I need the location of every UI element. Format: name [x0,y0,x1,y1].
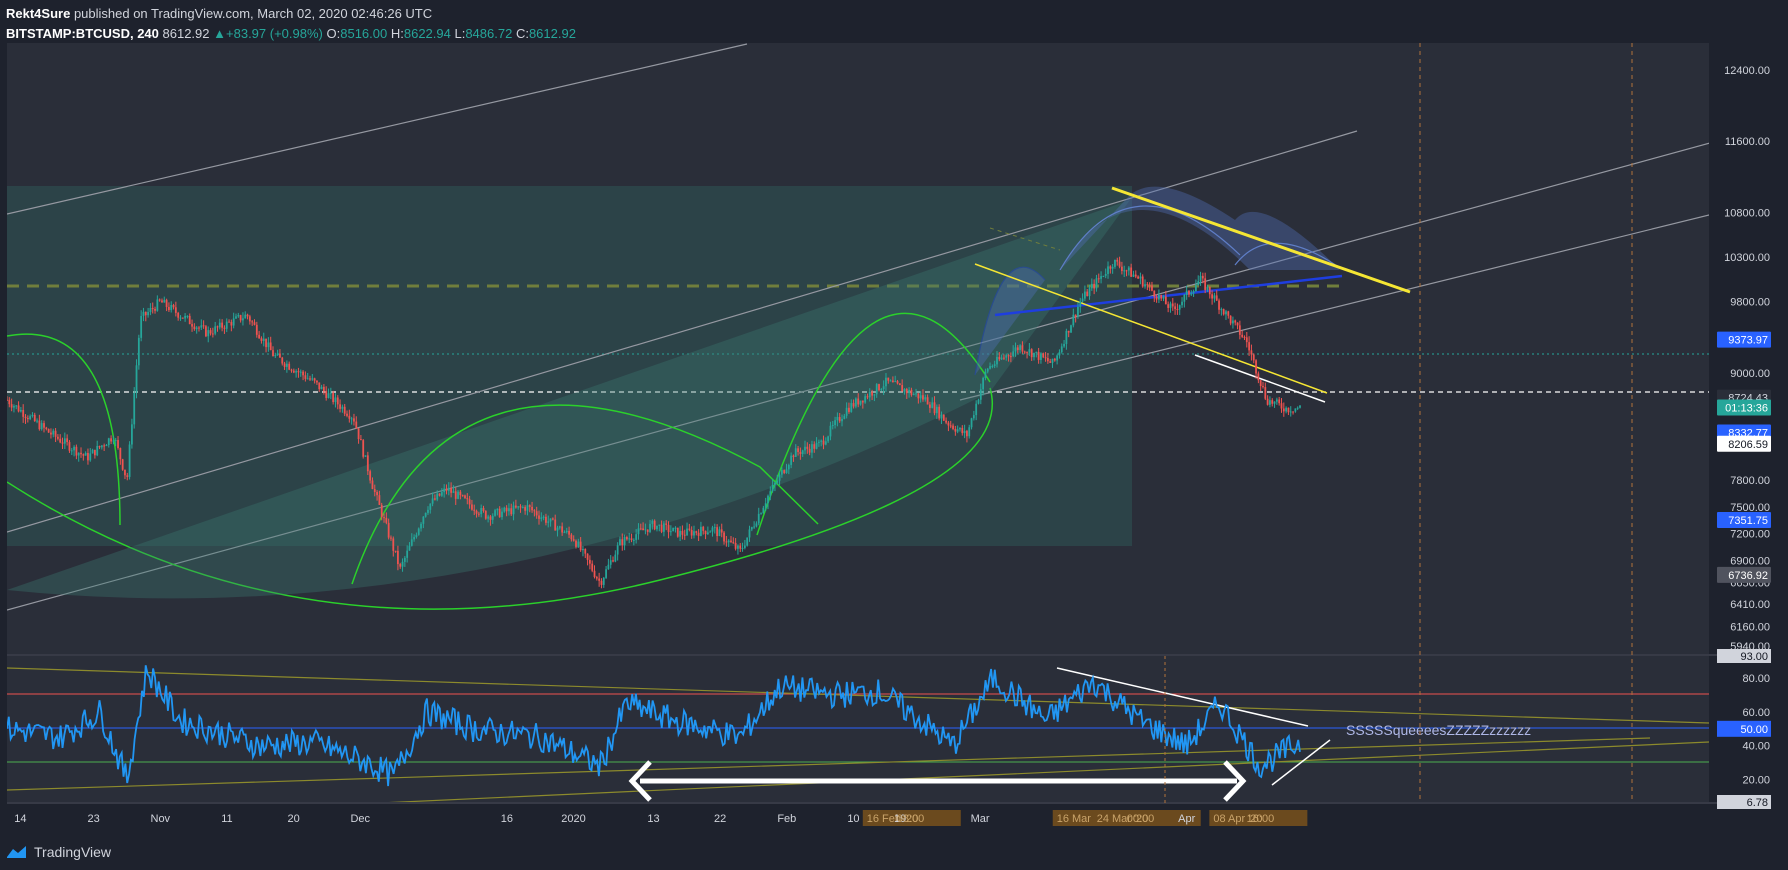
price-tick-label: 6900.00 [1730,555,1770,567]
time-axis[interactable]: 14 23 Nov 11 20 Dec 16 2020 13 22 Feb 10 16 Feb '201… [14,810,1308,826]
footer: TradingView [6,842,111,862]
rsi-tick-label: 20.00 [1742,775,1770,787]
price-axis[interactable]: 12400.00 11600.00 10800.00 10300.00 9800.00 9… [1717,65,1771,653]
time-tick-label: Feb [777,813,796,825]
price-marker-label: 8206.59 [1728,439,1768,451]
time-tick-label: Nov [151,813,171,825]
price-marker-label: 6736.92 [1728,570,1768,582]
candle [364,455,367,457]
candle [362,438,365,459]
time-tick-label: 2020 [561,813,585,825]
price-chart[interactable]: SSSSSqueeeesZZZZZzzzzzz 12400.00 11600.00… [0,0,1788,840]
price-tick-label: 6160.00 [1730,621,1770,633]
candle [133,387,136,429]
tradingview-logo-icon[interactable] [6,845,28,859]
time-tick-label: 14 [14,813,26,825]
candle [137,334,140,370]
price-tick-label: 10300.00 [1724,252,1770,264]
time-tick-label: 23 [88,813,100,825]
candle [676,527,679,538]
time-tick-label: 10 [847,813,859,825]
price-marker[interactable]: 7351.75 [1717,512,1771,529]
price-marker[interactable]: 6736.92 [1717,566,1771,583]
time-marker-label: 00:00 [1127,813,1155,825]
price-tick-label: 9000.00 [1730,368,1770,380]
price-tick-label: 7200.00 [1730,529,1770,541]
price-tick-label: 6410.00 [1730,599,1770,611]
candle [653,519,656,531]
candle [181,317,184,319]
price-tick-label: 12400.00 [1724,65,1770,77]
time-tick-label: 22 [714,813,726,825]
price-tick-label: 7500.00 [1730,502,1770,514]
candle [205,324,207,338]
price-marker[interactable]: 9373.97 [1717,331,1771,348]
time-tick-label: 16 [501,813,513,825]
rsi-tick-label: 80.00 [1742,673,1770,685]
candle [121,458,124,471]
price-tick-label: 10800.00 [1724,207,1770,219]
candle [128,441,131,480]
candle [672,527,675,532]
time-tick-label: Apr [1178,813,1195,825]
candle [1070,324,1072,333]
candle [417,527,420,536]
price-marker[interactable]: 01:13:36 [1717,399,1771,416]
rsi-value-marker[interactable]: 50.00 [1717,720,1771,737]
rsi-value-label: 50.00 [1740,724,1768,736]
candle [47,428,50,433]
price-marker-label: 9373.97 [1728,335,1768,347]
candle [484,510,487,520]
brand-label[interactable]: TradingView [34,844,111,860]
candle [1042,352,1045,359]
rsi-range-label: 6.78 [1747,797,1768,809]
time-marker-label: 08:00 [897,813,925,825]
price-marker-label: 7351.75 [1728,515,1768,527]
time-tick-label: Dec [350,813,370,825]
price-tick-label: 11600.00 [1725,136,1770,148]
time-marker-label: 16:00 [1247,813,1275,825]
squeeze-annotation[interactable]: SSSSSqueeeesZZZZZzzzzzz [1346,722,1531,738]
price-marker[interactable]: 8206.59 [1717,435,1771,452]
price-tick-label: 7800.00 [1730,475,1770,487]
price-marker-label: 01:13:36 [1725,403,1768,415]
time-tick-label: 13 [647,813,659,825]
rsi-range-marker[interactable]: 6.78 [1717,795,1771,809]
rsi-axis[interactable]: 93.00 80.00 60.00 50.00 40.00 20.00 6.78 [1717,649,1771,809]
price-tick-label: 9800.00 [1730,297,1770,309]
rsi-range-marker[interactable]: 93.00 [1717,649,1771,663]
candle [746,537,749,547]
time-tick-label: 11 [221,813,232,825]
rsi-range-label: 93.00 [1740,651,1768,663]
time-tick-label: Mar [971,813,990,825]
rsi-tick-label: 40.00 [1742,741,1770,753]
rsi-tick-label: 60.00 [1742,707,1770,719]
candle [942,414,945,422]
time-tick-label: 20 [287,813,299,825]
